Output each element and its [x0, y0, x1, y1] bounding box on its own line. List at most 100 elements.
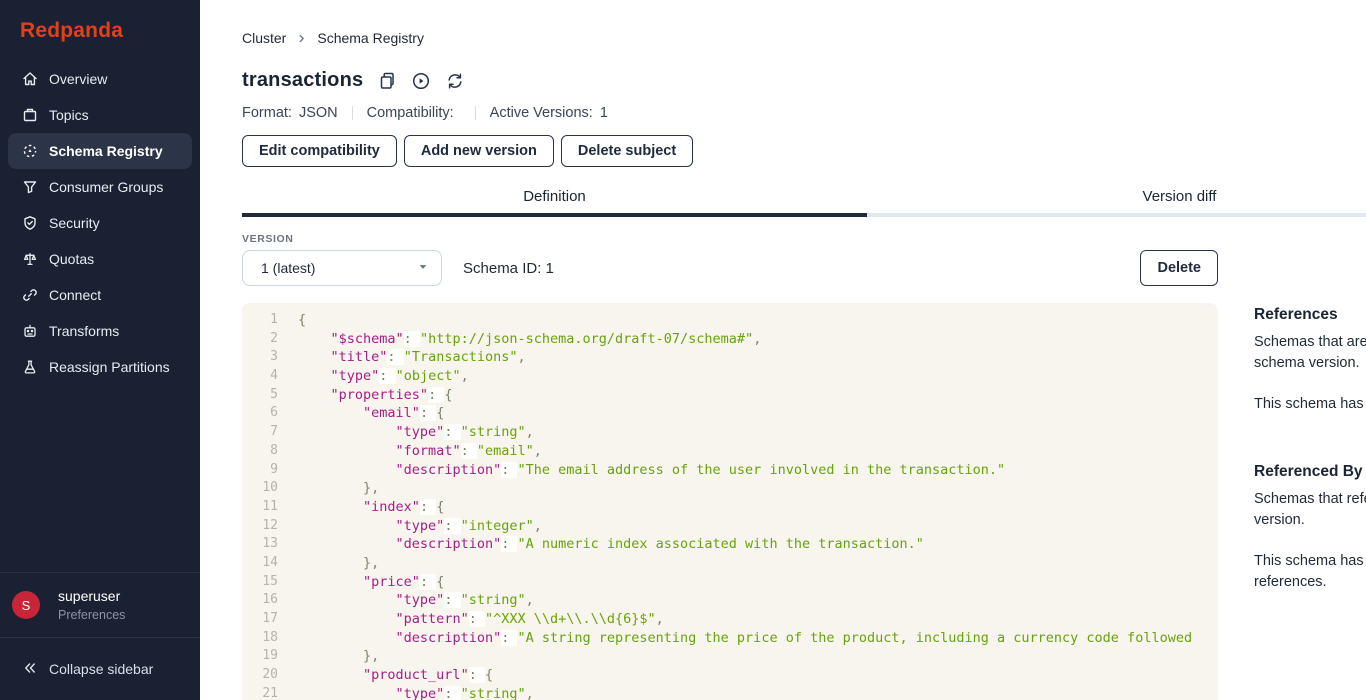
reference-paragraph: Schemas that reference this schema versi…: [1254, 489, 1366, 531]
redpanda-logo[interactable]: Redpanda: [0, 0, 200, 43]
code-line: 6 "email": {: [242, 404, 1218, 423]
line-number: 13: [242, 535, 278, 554]
code-line: 18 "description": "A string representing…: [242, 629, 1218, 648]
code-line: 8 "format": "email",: [242, 442, 1218, 461]
line-number: 10: [242, 479, 278, 498]
sidebar-item-label: Connect: [49, 287, 101, 303]
sidebar-item-security[interactable]: Security: [8, 205, 192, 241]
line-number: 17: [242, 610, 278, 629]
tab-definition[interactable]: Definition: [242, 188, 867, 217]
sidebar-item-overview[interactable]: Overview: [8, 61, 192, 97]
code-line: 20 "product_url": {: [242, 666, 1218, 685]
active-versions-value: 1: [600, 105, 608, 121]
collapse-sidebar-button[interactable]: Collapse sidebar: [8, 660, 153, 679]
sidebar-item-label: Quotas: [49, 251, 94, 267]
edit-compatibility-button[interactable]: Edit compatibility: [242, 135, 397, 167]
tabs: Definition Version diff: [242, 188, 1366, 217]
line-number: 1: [242, 311, 278, 330]
code-lines: 1{2 "$schema": "http://json-schema.org/d…: [242, 311, 1218, 700]
sidebar-item-label: Schema Registry: [49, 143, 163, 159]
code-line: 12 "type": "integer",: [242, 517, 1218, 536]
line-number: 20: [242, 666, 278, 685]
breadcrumb-schema-registry[interactable]: Schema Registry: [317, 30, 424, 46]
collapse-sidebar-label: Collapse sidebar: [49, 661, 153, 677]
sidebar-item-quotas[interactable]: Quotas: [8, 241, 192, 277]
copy-icon[interactable]: [377, 71, 397, 91]
line-number: 6: [242, 404, 278, 423]
line-number: 19: [242, 647, 278, 666]
tab-version-diff[interactable]: Version diff: [867, 188, 1366, 217]
sidebar-item-connect[interactable]: Connect: [8, 277, 192, 313]
line-number: 8: [242, 442, 278, 461]
sidebar-nav: Overview Topics Schema Registry Consumer Gr…: [0, 61, 200, 572]
quotas-icon: [22, 251, 38, 267]
play-circle-icon[interactable]: [411, 71, 431, 91]
sidebar-item-transforms[interactable]: Transforms: [8, 313, 192, 349]
sidebar-item-label: Transforms: [49, 323, 119, 339]
line-number: 2: [242, 330, 278, 349]
code-line: 2 "$schema": "http://json-schema.org/dra…: [242, 330, 1218, 349]
compatibility-label: Compatibility:: [367, 105, 454, 121]
definition-left-column: VERSION 1 (latest) Schema ID: 1 Delete 1…: [242, 233, 1218, 700]
sidebar-item-label: Security: [49, 215, 100, 231]
line-number: 11: [242, 498, 278, 517]
version-row: 1 (latest) Schema ID: 1 Delete: [242, 250, 1218, 286]
sidebar-item-schema-registry[interactable]: Schema Registry: [8, 133, 192, 169]
format-value: JSON: [299, 105, 338, 121]
code-line: 4 "type": "object",: [242, 367, 1218, 386]
reference-paragraph: This schema has no references.: [1254, 394, 1366, 415]
delete-version-button[interactable]: Delete: [1140, 250, 1218, 286]
code-line: 10 },: [242, 479, 1218, 498]
reference-paragraph: This schema has no incoming references.: [1254, 551, 1366, 593]
code-line: 17 "pattern": "^XXX \\d+\\.\\d{6}$",: [242, 610, 1218, 629]
sidebar-item-topics[interactable]: Topics: [8, 97, 192, 133]
code-line: 14 },: [242, 554, 1218, 573]
format-label: Format:: [242, 105, 292, 121]
home-icon: [22, 71, 38, 87]
sidebar-item-label: Reassign Partitions: [49, 359, 170, 375]
line-number: 7: [242, 423, 278, 442]
caret-down-icon: [417, 260, 429, 276]
active-versions-label: Active Versions:: [490, 105, 593, 121]
reassign-partitions-icon: [22, 359, 38, 375]
schema-code-editor[interactable]: 1{2 "$schema": "http://json-schema.org/d…: [242, 303, 1218, 700]
line-number: 5: [242, 386, 278, 405]
title-row: transactions: [242, 69, 1366, 92]
main-content: Cluster Schema Registry transactions For…: [200, 0, 1366, 700]
sidebar-item-label: Overview: [49, 71, 107, 87]
topics-icon: [22, 107, 38, 123]
user-preferences-link[interactable]: Preferences: [58, 608, 125, 622]
breadcrumb: Cluster Schema Registry: [242, 30, 1366, 46]
code-line: 5 "properties": {: [242, 386, 1218, 405]
code-line: 16 "type": "string",: [242, 591, 1218, 610]
schema-registry-icon: [22, 143, 38, 159]
code-line: 21 "type": "string",: [242, 685, 1218, 700]
subject-meta-row: Format: JSON Compatibility: Active Versi…: [242, 105, 1366, 121]
line-number: 21: [242, 685, 278, 700]
user-section[interactable]: S superuser Preferences: [0, 572, 200, 637]
code-line: 3 "title": "Transactions",: [242, 348, 1218, 367]
line-number: 15: [242, 573, 278, 592]
add-new-version-button[interactable]: Add new version: [404, 135, 554, 167]
code-line: 9 "description": "The email address of t…: [242, 461, 1218, 480]
code-line: 19 },: [242, 647, 1218, 666]
version-select[interactable]: 1 (latest): [242, 250, 442, 286]
line-number: 16: [242, 591, 278, 610]
sidebar-item-label: Topics: [49, 107, 89, 123]
connect-icon: [22, 287, 38, 303]
refresh-icon[interactable]: [445, 71, 465, 91]
user-name: superuser: [58, 588, 125, 604]
breadcrumb-cluster[interactable]: Cluster: [242, 30, 286, 46]
line-number: 9: [242, 461, 278, 480]
sidebar-item-reassign-partitions[interactable]: Reassign Partitions: [8, 349, 192, 385]
avatar: S: [12, 591, 40, 619]
collapse-section: Collapse sidebar: [0, 637, 200, 700]
line-number: 4: [242, 367, 278, 386]
reference-paragraph: Schemas that are referenced by this sche…: [1254, 332, 1366, 374]
delete-subject-button[interactable]: Delete subject: [561, 135, 693, 167]
references-panel: ReferencesSchemas that are referenced by…: [1254, 233, 1366, 700]
chevron-right-icon: [296, 33, 307, 44]
line-number: 3: [242, 348, 278, 367]
page-title: transactions: [242, 69, 363, 92]
sidebar-item-consumer-groups[interactable]: Consumer Groups: [8, 169, 192, 205]
